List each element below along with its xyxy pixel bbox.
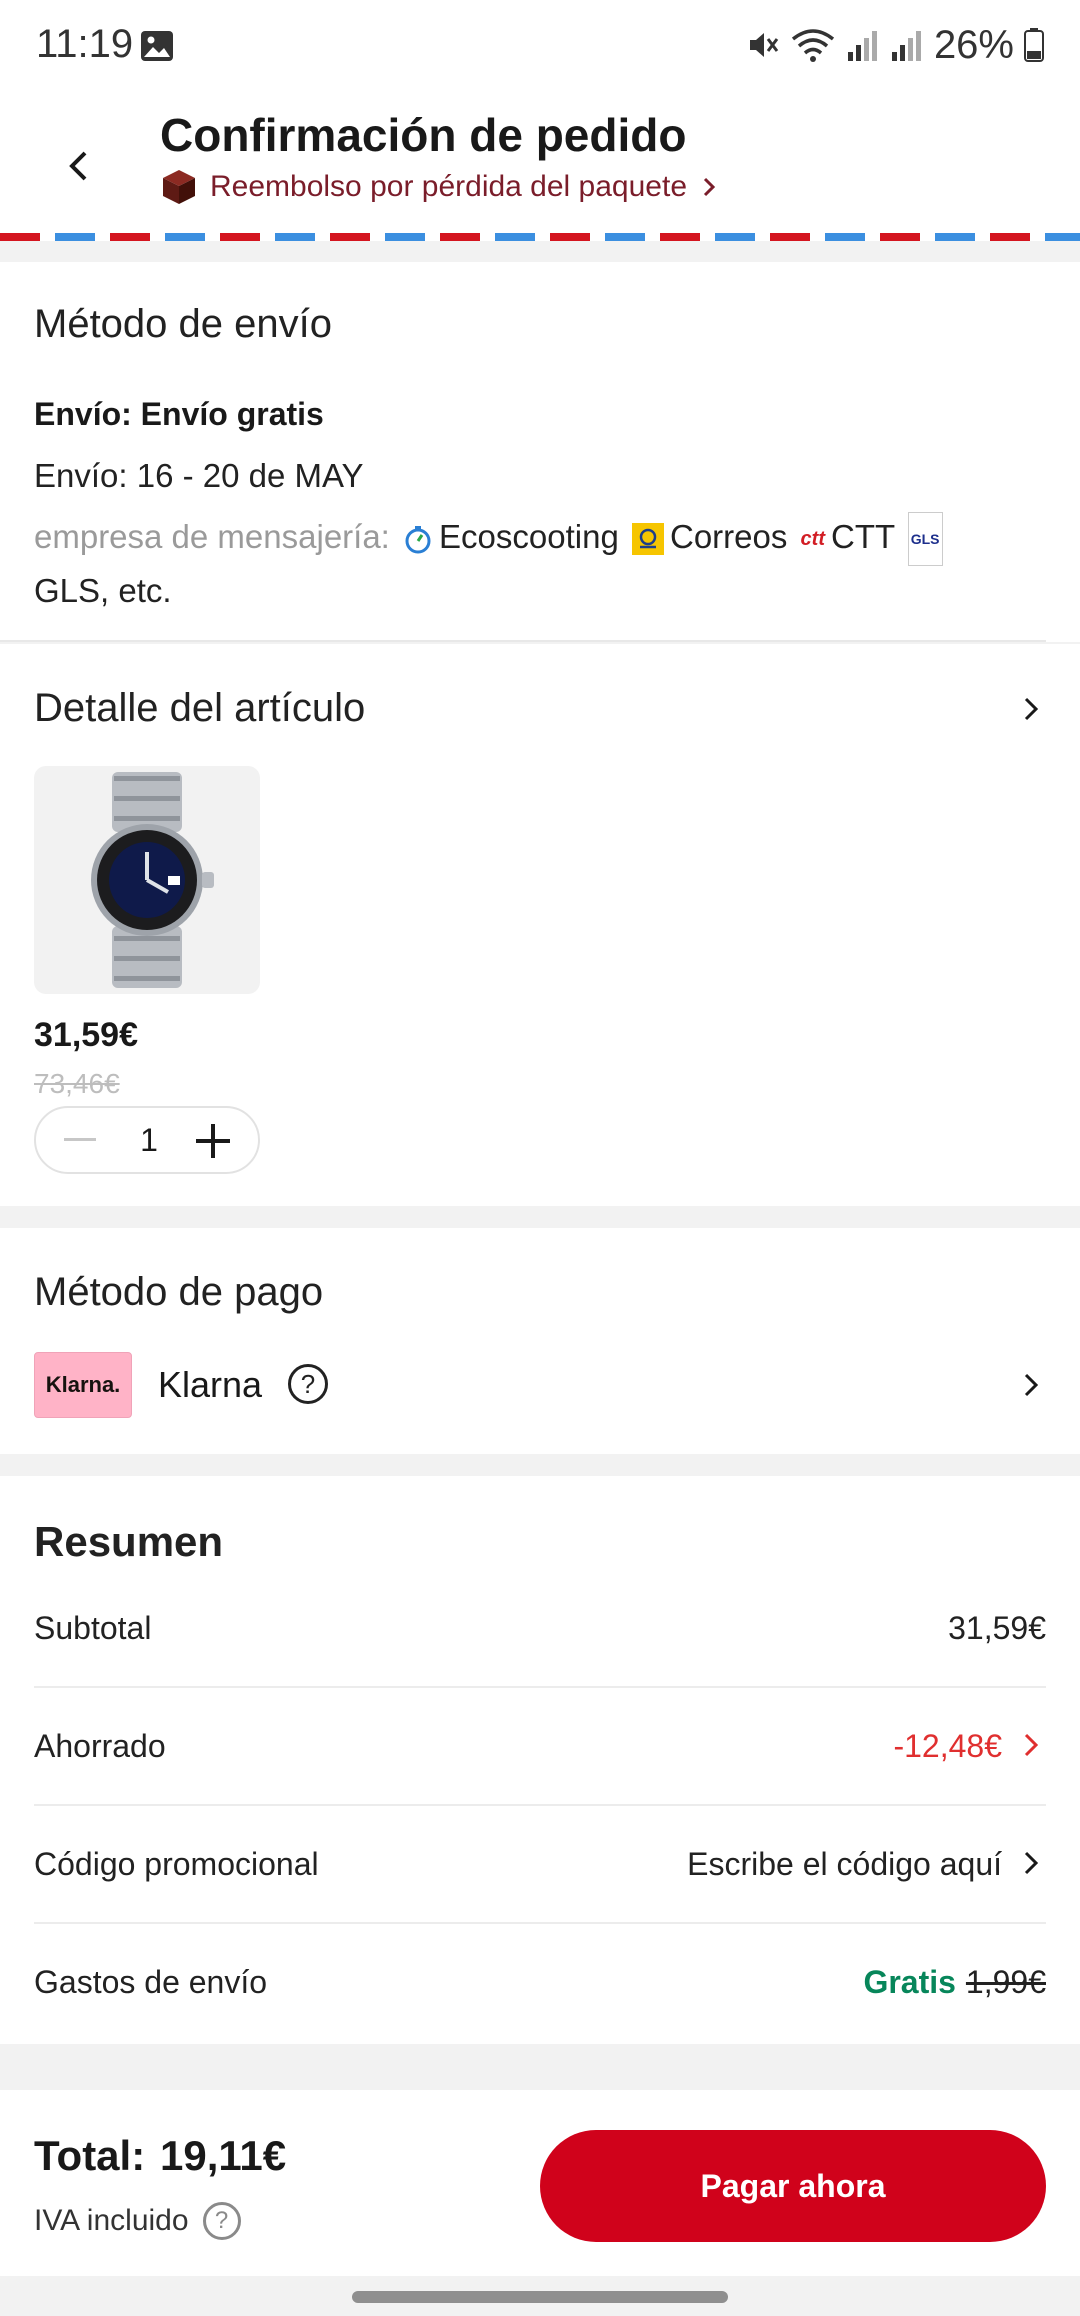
chevron-right-icon	[703, 177, 716, 197]
wifi-icon	[791, 29, 835, 62]
item-price: 31,59€	[34, 1016, 138, 1054]
subtotal-row: Subtotal 31,59€	[34, 1570, 1046, 1688]
ctt-logo-icon: ctt	[800, 528, 825, 551]
saved-label: Ahorrado	[34, 1728, 166, 1764]
courier-correos: Correos	[669, 518, 788, 555]
signal-icon	[847, 31, 877, 61]
chevron-right-icon[interactable]	[1016, 1370, 1046, 1400]
battery-percentage: 26%	[933, 22, 1014, 67]
promo-code-label: Código promocional	[34, 1846, 319, 1882]
klarna-logo: Klarna.	[34, 1352, 132, 1418]
shipping-type: Envío: Envío gratis	[34, 396, 324, 432]
shipping-original-cost: 1,99€	[965, 1964, 1046, 2000]
gallery-notification-icon	[141, 31, 173, 61]
chevron-right-icon[interactable]	[1016, 1848, 1046, 1878]
courier-ecoscooting: Ecoscooting	[439, 518, 619, 555]
chevron-right-icon[interactable]	[1016, 1730, 1046, 1760]
tax-note-label: IVA incluido	[34, 2204, 189, 2237]
status-icons: 26%	[746, 20, 1044, 70]
product-image[interactable]	[34, 766, 260, 994]
item-detail-title: Detalle del artículo	[34, 686, 366, 730]
shipping-cost-label: Gastos de envío	[34, 1964, 268, 2000]
correos-logo-icon	[631, 523, 664, 556]
summary-title: Resumen	[34, 1518, 224, 1565]
checkout-bar: Total: 19,11€ IVA incluido ? Pagar ahora	[0, 2090, 1080, 2276]
subtotal-value: 31,59€	[948, 1610, 1046, 1646]
pay-now-button[interactable]: Pagar ahora	[540, 2130, 1046, 2242]
airmail-stripe	[0, 233, 1080, 241]
saved-value: -12,48€	[893, 1728, 1002, 1764]
item-original-price: 73,46€	[34, 1068, 120, 1099]
back-button[interactable]	[40, 126, 120, 206]
status-time: 11:19	[36, 22, 134, 66]
refund-link[interactable]: Reembolso por pérdida del paquete	[160, 168, 719, 206]
watch-image-icon	[91, 772, 214, 988]
signal-icon-2	[891, 31, 921, 61]
shipping-cost-row: Gastos de envío Gratis 1,99€	[34, 1924, 1046, 2042]
payment-title: Método de pago	[34, 1270, 324, 1314]
increase-quantity-button[interactable]	[196, 1124, 230, 1158]
courier-gls: GLS, etc.	[34, 572, 172, 610]
promo-code-input[interactable]: Escribe el código aquí	[687, 1846, 1002, 1883]
ecoscooting-logo-icon	[405, 526, 431, 554]
help-icon[interactable]: ?	[288, 1364, 328, 1404]
tax-note: IVA incluido ?	[34, 2202, 241, 2240]
courier-ctt: CTT	[830, 518, 895, 555]
quantity-stepper: 1	[34, 1106, 260, 1174]
shipping-title: Método de envío	[34, 302, 332, 346]
total-value: 19,11€	[160, 2132, 287, 2179]
section-divider	[0, 640, 1046, 642]
subtotal-label: Subtotal	[34, 1610, 152, 1646]
battery-icon	[1024, 28, 1044, 62]
total-label: Total:	[34, 2132, 146, 2179]
shipping-free-label: Gratis	[863, 1964, 956, 2000]
help-icon[interactable]: ?	[202, 2202, 241, 2240]
home-indicator[interactable]	[352, 2291, 728, 2303]
promo-code-row[interactable]: Código promocional Escribe el código aqu…	[34, 1806, 1046, 1924]
chevron-left-icon	[69, 151, 87, 181]
payment-method-section[interactable]: Método de pago Klarna. Klarna ?	[0, 1228, 1080, 1454]
page-header: Confirmación de pedido Reembolso por pér…	[0, 96, 1080, 236]
saved-row[interactable]: Ahorrado -12,48€	[34, 1688, 1046, 1806]
shipping-section: Método de envío Envío: Envío gratis Enví…	[0, 262, 1080, 642]
chevron-right-icon[interactable]	[1016, 694, 1046, 724]
courier-label: empresa de mensajería:	[34, 518, 390, 555]
refund-link-label: Reembolso por pérdida del paquete	[210, 170, 687, 203]
page-title: Confirmación de pedido	[160, 109, 687, 161]
courier-list: empresa de mensajería: Ecoscooting Corre…	[34, 512, 1034, 616]
status-bar: 11:19 26%	[0, 0, 1080, 96]
summary-section: Resumen Subtotal 31,59€ Ahorrado -12,48€…	[0, 1476, 1080, 2044]
payment-method-name: Klarna	[158, 1364, 263, 1405]
package-icon	[163, 170, 195, 204]
item-detail-section[interactable]: Detalle del artículo 31,59€ 73,46€ 1	[0, 644, 1080, 1206]
shipping-date: Envío: 16 - 20 de MAY	[34, 457, 364, 494]
gls-logo-icon: GLS	[907, 512, 943, 567]
mute-icon	[749, 33, 779, 57]
